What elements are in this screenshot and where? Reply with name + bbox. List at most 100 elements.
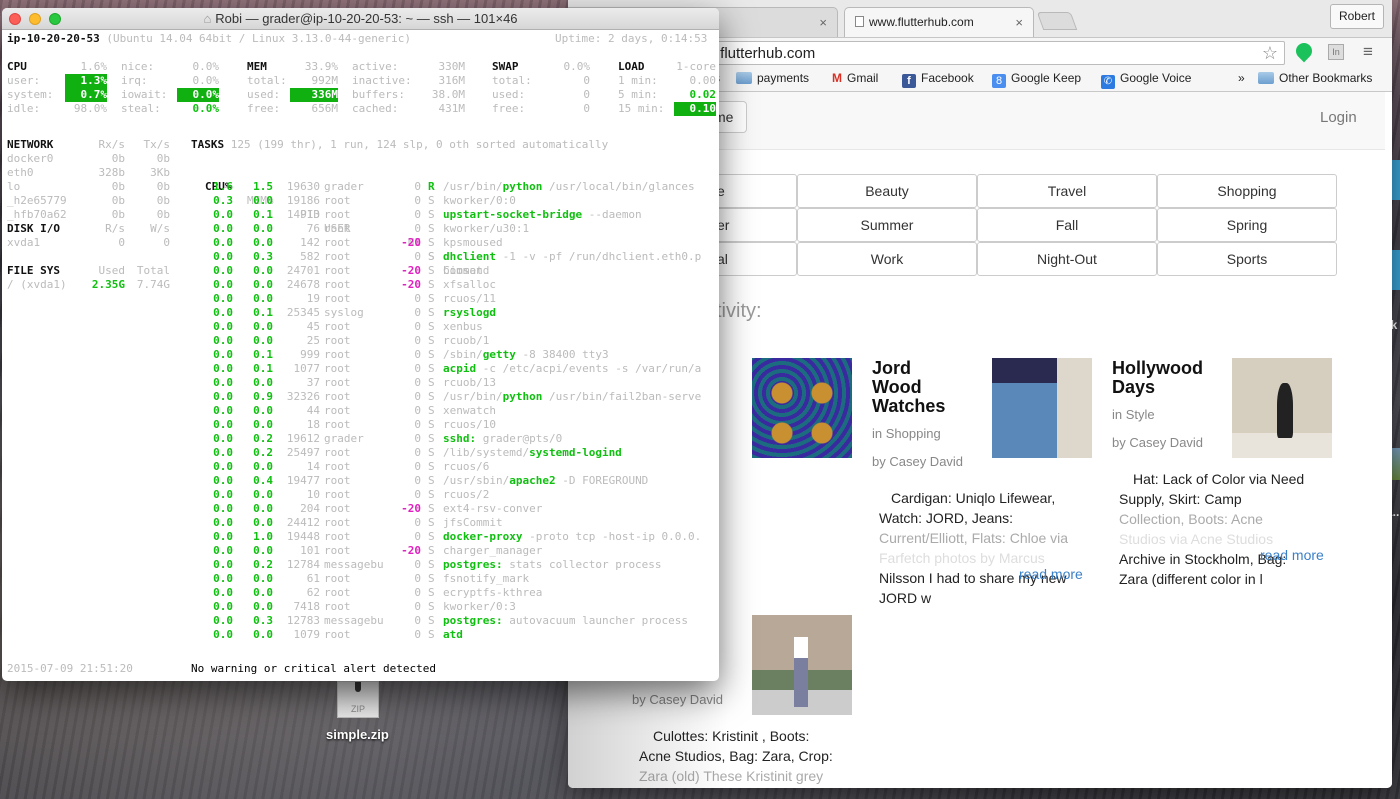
bookmark-gmail[interactable]: M Gmail bbox=[832, 71, 878, 85]
process-row[interactable]: 0.0 0.3 582 root 0 Sdhclient -1 -v -pf /run/d… bbox=[7, 250, 717, 264]
tab-close-icon[interactable]: × bbox=[1015, 15, 1023, 30]
process-nice: 0 bbox=[414, 250, 421, 263]
category-button[interactable]: Summer bbox=[797, 208, 977, 242]
bookmark-google-keep[interactable]: 8 Google Keep bbox=[992, 71, 1081, 88]
process-pid: 14 bbox=[306, 460, 320, 473]
post-category[interactable]: in Style bbox=[1112, 407, 1155, 422]
category-button[interactable]: Fall bbox=[977, 208, 1157, 242]
process-cpu: 0.0 bbox=[213, 250, 233, 263]
process-row[interactable]: 0.0 0.1 999 root 0 S/sbin/getty -8 38400 tty3 bbox=[7, 348, 717, 362]
process-row[interactable]: 0.0 0.2 12784 messagebu 0 Spostgres: stats co… bbox=[7, 558, 717, 572]
browser-tab-active[interactable]: www.flutterhub.com × bbox=[844, 7, 1034, 38]
process-row[interactable]: 1.6 1.5 19630 grader 0 R/usr/bin/python /usr/… bbox=[7, 180, 717, 194]
process-status: S bbox=[428, 208, 435, 221]
post-category[interactable]: in Shopping bbox=[872, 426, 941, 441]
other-bookmarks[interactable]: Other Bookmarks bbox=[1258, 71, 1372, 85]
process-row[interactable]: 0.0 0.0 44 root 0 Sxenwatch bbox=[7, 404, 717, 418]
command-path: xenwatch bbox=[443, 404, 496, 417]
new-tab-button[interactable] bbox=[1036, 12, 1078, 30]
process-status: S bbox=[428, 320, 435, 333]
process-row[interactable]: 0.0 0.0 62 root 0 Secryptfs-kthrea bbox=[7, 586, 717, 600]
cpu-label: CPU bbox=[7, 60, 27, 73]
process-row[interactable]: 0.0 0.4 19477 root 0 S/usr/sbin/apache2 -D FO… bbox=[7, 474, 717, 488]
process-pid: 24678 bbox=[286, 278, 320, 291]
mem-inactive: 316M bbox=[438, 74, 466, 87]
category-button[interactable]: Spring bbox=[1157, 208, 1337, 242]
process-row[interactable]: 0.3 0.0 19186 root 0 Skworker/0:0 bbox=[7, 194, 717, 208]
swap-total-label: total: bbox=[492, 74, 532, 87]
post-title[interactable]: Jord Wood Watches bbox=[872, 359, 945, 416]
mem-cached: 431M bbox=[438, 102, 466, 115]
home-button[interactable]: me bbox=[716, 101, 747, 133]
process-row[interactable]: 0.0 0.0 24678 root -20 Sxfsalloc bbox=[7, 278, 717, 292]
post-thumbnail[interactable] bbox=[992, 358, 1092, 458]
zip-file-icon[interactable]: ZIP bbox=[337, 681, 379, 718]
zip-file-name[interactable]: simple.zip bbox=[326, 727, 389, 742]
process-row[interactable]: 0.0 0.0 14 root 0 Srcuos/6 bbox=[7, 460, 717, 474]
process-row[interactable]: 0.0 0.0 101 root -20 Scharger_manager bbox=[7, 544, 717, 558]
process-status: S bbox=[428, 460, 435, 473]
process-row[interactable]: 0.0 0.0 18 root 0 Srcuos/10 bbox=[7, 418, 717, 432]
post-thumbnail[interactable] bbox=[752, 615, 852, 715]
post-thumbnail[interactable] bbox=[752, 358, 852, 458]
bookmarks-overflow-button[interactable]: » bbox=[1238, 71, 1245, 85]
process-row[interactable]: 0.0 0.0 37 root 0 Srcuob/13 bbox=[7, 376, 717, 390]
category-button[interactable]: Work bbox=[797, 242, 977, 276]
process-row[interactable]: 0.0 0.3 12783 messagebu 0 Spostgres: autovacu… bbox=[7, 614, 717, 628]
process-row[interactable]: 0.0 0.0 142 root -20 Skpsmoused bbox=[7, 236, 717, 250]
process-row[interactable]: 0.0 0.2 25497 root 0 S/lib/systemd/systemd-lo… bbox=[7, 446, 717, 460]
command-path: kworker/0:3 bbox=[443, 600, 516, 613]
category-button[interactable]: Night-Out bbox=[977, 242, 1157, 276]
read-more-link[interactable]: read more bbox=[1019, 566, 1083, 582]
process-status: S bbox=[428, 446, 435, 459]
process-row[interactable]: 0.0 0.2 19612 grader 0 Ssshd: grader@pts/0 bbox=[7, 432, 717, 446]
category-button[interactable]: Beauty bbox=[797, 174, 977, 208]
process-status: S bbox=[428, 432, 435, 445]
glances-output[interactable]: ip-10-20-20-53 (Ubuntu 14.04 64bit / Lin… bbox=[7, 32, 717, 677]
process-row[interactable]: 0.0 0.1 25345 syslog 0 Srsyslogd bbox=[7, 306, 717, 320]
process-row[interactable]: 0.0 0.0 1079 root 0 Satd bbox=[7, 628, 717, 642]
process-row[interactable]: 0.0 0.0 204 root -20 Sext4-rsv-conver bbox=[7, 502, 717, 516]
category-button[interactable]: Travel bbox=[977, 174, 1157, 208]
process-row[interactable]: 0.0 0.0 24412 root 0 SjfsCommit bbox=[7, 516, 717, 530]
process-row[interactable]: 0.0 0.0 10 root 0 Srcuos/2 bbox=[7, 488, 717, 502]
process-status: S bbox=[428, 222, 435, 235]
read-more-link[interactable]: read more bbox=[1260, 547, 1324, 563]
process-cpu: 0.0 bbox=[213, 516, 233, 529]
process-pid: 12783 bbox=[286, 614, 320, 627]
process-row[interactable]: 0.0 0.0 45 root 0 Sxenbus bbox=[7, 320, 717, 334]
bookmark-google-voice[interactable]: ✆ Google Voice bbox=[1101, 71, 1191, 89]
tab-close-icon[interactable]: × bbox=[819, 15, 827, 30]
linkedin-extension-icon[interactable]: In bbox=[1328, 44, 1344, 60]
process-cpu: 0.0 bbox=[213, 600, 233, 613]
process-row[interactable]: 0.0 0.0 19 root 0 Srcuos/11 bbox=[7, 292, 717, 306]
evernote-extension-icon[interactable] bbox=[1292, 39, 1316, 63]
hamburger-menu-icon[interactable]: ≡ bbox=[1363, 42, 1373, 62]
login-link[interactable]: Login bbox=[1320, 109, 1357, 126]
process-row[interactable]: 0.0 0.1 14913 root 0 Supstart-socket-bridge -… bbox=[7, 208, 717, 222]
process-row[interactable]: 0.0 0.0 61 root 0 Sfsnotify_mark bbox=[7, 572, 717, 586]
process-row[interactable]: 0.0 0.1 1077 root 0 Sacpid -c /etc/acpi/event… bbox=[7, 362, 717, 376]
bookmark-star-icon[interactable]: ☆ bbox=[1262, 43, 1278, 64]
process-nice: 0 bbox=[414, 404, 421, 417]
process-row[interactable]: 0.0 0.0 76 root 0 Skworker/u30:1 bbox=[7, 222, 717, 236]
process-nice: -20 bbox=[401, 236, 421, 249]
category-button[interactable]: Sports bbox=[1157, 242, 1337, 276]
bookmark-facebook[interactable]: f Facebook bbox=[902, 71, 974, 88]
process-row[interactable]: 0.0 0.9 32326 root 0 S/usr/bin/python /usr/bi… bbox=[7, 390, 717, 404]
profile-button[interactable]: Robert bbox=[1329, 4, 1384, 29]
terminal-titlebar[interactable]: ⌂ Robi — grader@ip-10-20-20-53: ~ — ssh —… bbox=[2, 8, 719, 30]
post-thumbnail[interactable] bbox=[1232, 358, 1332, 458]
category-button[interactable]: Shopping bbox=[1157, 174, 1337, 208]
process-pid: 24412 bbox=[286, 516, 320, 529]
bookmark-payments[interactable]: payments bbox=[736, 71, 809, 85]
interface-rx: 328b bbox=[98, 166, 126, 179]
process-mem: 1.0 bbox=[253, 530, 273, 543]
process-row[interactable]: 0.0 1.0 19448 root 0 Sdocker-proxy -proto tcp… bbox=[7, 530, 717, 544]
process-row[interactable]: 0.0 0.0 25 root 0 Srcuob/1 bbox=[7, 334, 717, 348]
process-row[interactable]: 0.0 0.0 24701 root -20 Sbioset bbox=[7, 264, 717, 278]
post-author: by Casey David bbox=[632, 692, 724, 707]
process-user: root bbox=[324, 586, 351, 599]
process-row[interactable]: 0.0 0.0 7418 root 0 Skworker/0:3 bbox=[7, 600, 717, 614]
post-title[interactable]: Hollywood Days bbox=[1112, 359, 1203, 397]
